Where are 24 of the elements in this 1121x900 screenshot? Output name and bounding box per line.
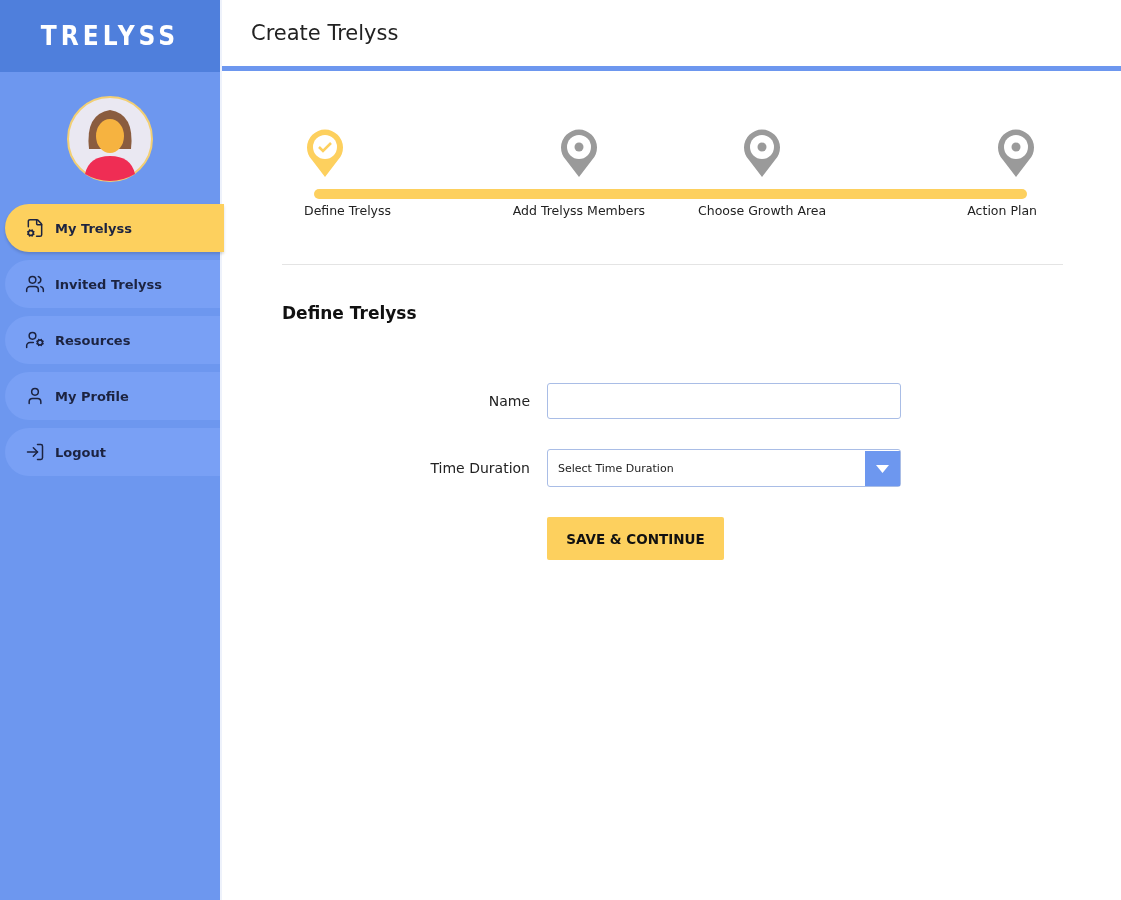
section-title: Define Trelyss: [282, 303, 418, 323]
sidebar-item[interactable]: My Trelyss: [5, 204, 224, 252]
field-label: Name: [487, 393, 530, 409]
avatar-icon: [67, 94, 153, 184]
logout-icon: [25, 442, 45, 462]
brand-logo: TRELYSS: [0, 0, 220, 72]
step-label: Choose Growth Area: [698, 203, 827, 218]
step-label: Add Trelyss Members: [512, 203, 646, 218]
sidebar-item[interactable]: Logout: [5, 428, 220, 476]
user-icon: [25, 386, 45, 406]
step-label: Define Trelyss: [304, 203, 392, 218]
sidebar-item[interactable]: My Profile: [5, 372, 220, 420]
time-duration-select[interactable]: Select Time Duration: [547, 449, 901, 487]
field-label: Time Duration: [429, 460, 530, 476]
user-gear-icon: [25, 330, 45, 350]
name-input[interactable]: [547, 383, 901, 419]
page-title: Create Trelyss: [222, 0, 1121, 71]
save-continue-button[interactable]: SAVE & CONTINUE: [547, 517, 724, 560]
file-gear-icon: [25, 218, 45, 238]
sidebar-item[interactable]: Invited Trelyss: [5, 260, 220, 308]
step-label: Action Plan: [967, 203, 1037, 218]
sidebar-item[interactable]: Resources: [5, 316, 220, 364]
group-icon: [25, 274, 45, 294]
dropdown-icon: [865, 450, 900, 486]
